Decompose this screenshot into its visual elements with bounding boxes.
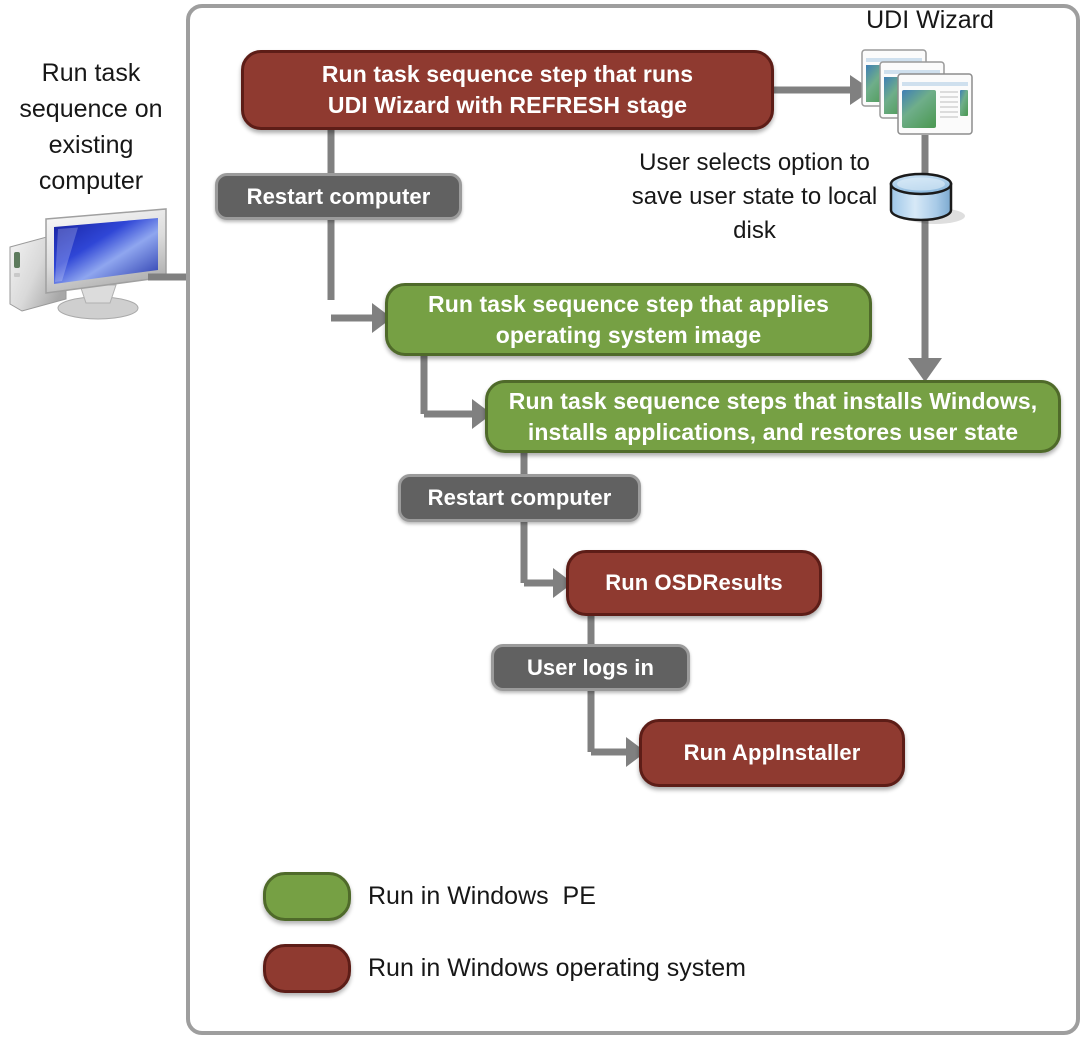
udi-wizard-label: UDI Wizard [866, 6, 994, 34]
node-label: Restart computer [246, 183, 431, 209]
node-run-udi-wizard-step[interactable]: Run task sequence step that runs UDI Wiz… [241, 50, 774, 130]
legend-label-windows-pe: Run in Windows PE [368, 882, 596, 910]
computer-monitor-icon [6, 205, 176, 330]
left-caption: Run task sequence on existing computer [19, 59, 163, 195]
node-label: Run OSDResults [605, 570, 783, 595]
node-label: User logs in [526, 654, 655, 680]
node-label: Restart computer [427, 485, 612, 510]
node-apply-os-image[interactable]: Run task sequence step that applies oper… [385, 283, 872, 356]
legend-swatch-windows-pe [263, 872, 351, 921]
user-option-note: User selects option to save user state t… [631, 149, 878, 244]
stacked-wizard-windows-icon [860, 48, 980, 138]
node-label: Run AppInstaller [683, 740, 861, 765]
node-run-appinstaller[interactable]: Run AppInstaller [639, 719, 905, 787]
legend-label-windows-os: Run in Windows operating system [368, 954, 746, 982]
node-restart-computer-1[interactable]: Restart computer [215, 173, 462, 220]
local-disk-cylinder-icon [885, 168, 969, 230]
legend-swatch-windows-os [263, 944, 351, 993]
node-user-logs-in[interactable]: User logs in [491, 644, 690, 691]
node-run-osdresults[interactable]: Run OSDResults [566, 550, 822, 616]
node-label: Run task sequence step that runs UDI Wiz… [321, 61, 694, 118]
node-restart-computer-2[interactable]: Restart computer [398, 474, 641, 522]
node-label: Run task sequence step that applies oper… [427, 290, 829, 348]
node-label: Run task sequence steps that installs Wi… [508, 387, 1038, 445]
node-install-windows-apps-restore-state[interactable]: Run task sequence steps that installs Wi… [485, 380, 1061, 453]
